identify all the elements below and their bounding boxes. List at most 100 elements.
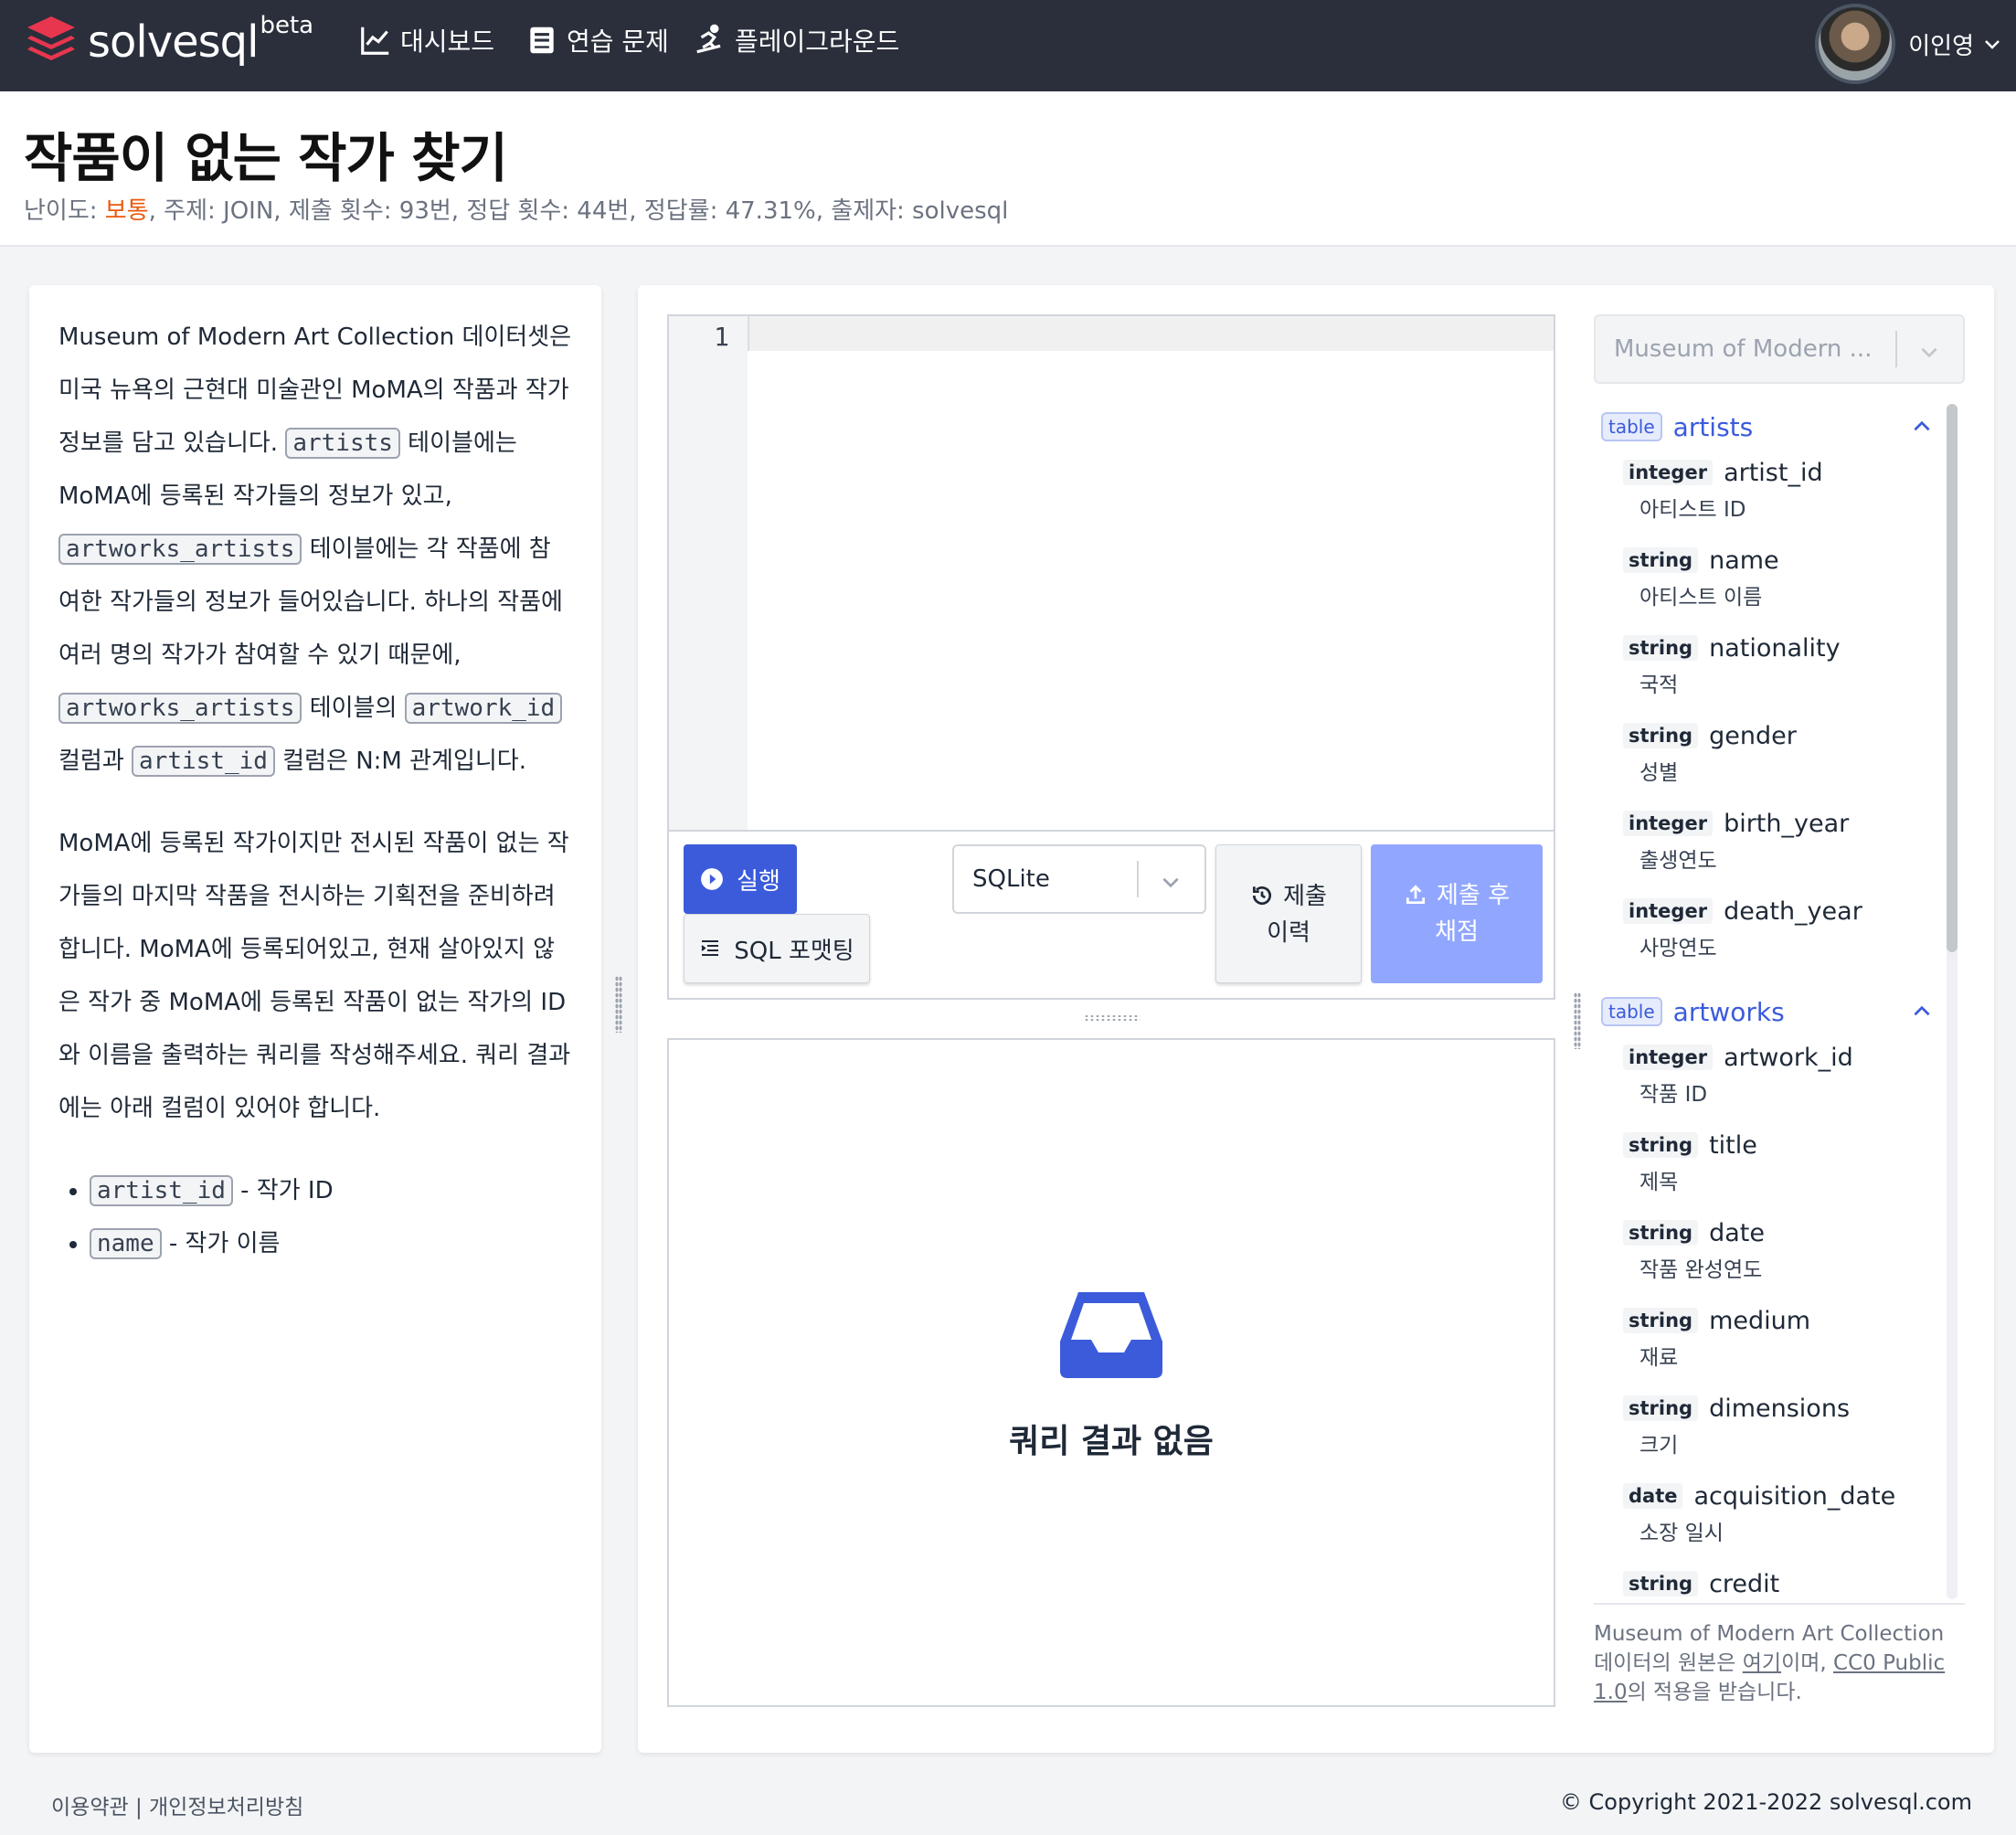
user-menu[interactable]: 이인영 bbox=[1815, 4, 2003, 84]
database-select[interactable]: Museum of Modern ... bbox=[1594, 314, 1965, 384]
line-number: 1 bbox=[714, 322, 729, 352]
license-text: 이며, bbox=[1781, 1651, 1834, 1675]
column-name: title bbox=[1709, 1130, 1757, 1160]
submit-line-1: 제출 후 bbox=[1371, 877, 1543, 914]
history-line-2: 이력 bbox=[1267, 919, 1310, 947]
table-badge: table bbox=[1601, 412, 1662, 441]
table-badge: table bbox=[1601, 997, 1662, 1026]
meta-details: , 주제: JOIN, 제출 횟수: 93번, 정답 횟수: 44번, 정답률:… bbox=[148, 197, 1009, 225]
inline-code: artworks_artists bbox=[58, 534, 302, 565]
problem-header: 작품이 없는 작가 찾기 난이도: 보통, 주제: JOIN, 제출 횟수: 9… bbox=[0, 91, 2016, 247]
license-text: 의 적용을 받습니다. bbox=[1627, 1681, 1802, 1704]
footer-links[interactable]: 이용약관 | 개인정보처리방침 bbox=[51, 1789, 303, 1820]
column-item: integer artist_id 아티스트 ID bbox=[1623, 453, 1956, 541]
editor-resize-handle[interactable] bbox=[1084, 1014, 1141, 1022]
submit-label: 제출 후 bbox=[1436, 882, 1511, 909]
engine-select[interactable]: SQLite bbox=[952, 844, 1206, 914]
table-name: artists bbox=[1672, 411, 1754, 442]
format-sql-button[interactable]: SQL 포맷팅 bbox=[684, 914, 870, 983]
column-item: date acquisition_date 소장 일시 bbox=[1623, 1477, 1956, 1565]
column-item: string dimensions 크기 bbox=[1623, 1389, 1956, 1477]
run-button[interactable]: 실행 bbox=[684, 844, 797, 914]
editor-gutter: 1 bbox=[669, 316, 748, 830]
logo-text: solvesql bbox=[88, 16, 259, 68]
column-desc: 크기 bbox=[1639, 1434, 1679, 1458]
skate-icon bbox=[696, 24, 721, 54]
format-label: SQL 포맷팅 bbox=[734, 937, 854, 965]
type-badge: string bbox=[1623, 1571, 1699, 1596]
type-badge: integer bbox=[1623, 1045, 1714, 1070]
column-name: artwork_id bbox=[1724, 1043, 1853, 1072]
indent-icon bbox=[701, 940, 719, 956]
chevron-down-icon bbox=[1985, 40, 2000, 49]
chevron-up-icon bbox=[1914, 1005, 1930, 1016]
logo[interactable]: solvesql beta bbox=[24, 12, 313, 71]
upload-icon bbox=[1406, 885, 1426, 905]
submit-line-2: 채점 bbox=[1435, 918, 1479, 946]
sql-editor[interactable]: 1 bbox=[667, 314, 1555, 832]
type-badge: integer bbox=[1623, 898, 1714, 924]
panel-resize-handle[interactable] bbox=[615, 976, 622, 1033]
nav-dashboard[interactable]: 대시보드 bbox=[358, 22, 494, 58]
table-header-artists[interactable]: table artists bbox=[1594, 400, 1956, 453]
select-divider bbox=[1895, 331, 1897, 367]
empty-result-text: 쿼리 결과 없음 bbox=[1009, 1423, 1214, 1460]
nav-practice[interactable]: 연습 문제 bbox=[525, 22, 669, 58]
desc-text: 컬럼은 N:M 관계입니다. bbox=[274, 748, 526, 775]
column-desc: 국적 bbox=[1639, 674, 1679, 697]
column-desc: 아티스트 이름 bbox=[1639, 586, 1763, 610]
desc-text: 테이블의 bbox=[302, 695, 405, 722]
type-badge: date bbox=[1623, 1483, 1683, 1509]
column-item: integer death_year 사망연도 bbox=[1623, 892, 1956, 980]
column-desc: 소장 일시 bbox=[1639, 1522, 1724, 1545]
schema-scrollbar[interactable] bbox=[1947, 404, 1958, 1599]
nav-playground[interactable]: 플레이그라운드 bbox=[693, 22, 899, 58]
nav-dashboard-label: 대시보드 bbox=[400, 27, 495, 57]
run-label: 실행 bbox=[737, 867, 780, 896]
submit-button[interactable]: 제출 후 채점 bbox=[1371, 844, 1543, 983]
page-title: 작품이 없는 작가 찾기 bbox=[24, 127, 508, 189]
column-name: death_year bbox=[1724, 896, 1862, 926]
list-item-text: - 작가 ID bbox=[232, 1177, 334, 1204]
column-desc: 성별 bbox=[1639, 761, 1679, 785]
column-desc: 제목 bbox=[1639, 1171, 1679, 1194]
type-badge: string bbox=[1623, 1308, 1699, 1333]
column-item: string medium 재료 bbox=[1623, 1301, 1956, 1389]
column-item: string nationality 국적 bbox=[1623, 629, 1956, 716]
list-item: artist_id - 작가 ID bbox=[90, 1164, 572, 1217]
scrollbar-thumb[interactable] bbox=[1947, 404, 1958, 952]
column-item: string credit bbox=[1623, 1565, 1956, 1599]
type-badge: string bbox=[1623, 1132, 1699, 1158]
nav-practice-label: 연습 문제 bbox=[567, 27, 669, 57]
engine-value: SQLite bbox=[972, 865, 1050, 893]
history-line-1: 제출 bbox=[1216, 878, 1361, 915]
column-desc: 재료 bbox=[1639, 1346, 1679, 1370]
source-link[interactable]: 여기 bbox=[1743, 1651, 1781, 1675]
chevron-down-icon bbox=[1921, 347, 1937, 358]
dataset-license-note: Museum of Modern Art Collection 데이터의 원본은… bbox=[1594, 1603, 1965, 1707]
submission-history-button[interactable]: 제출 이력 bbox=[1215, 844, 1362, 983]
select-divider bbox=[1137, 861, 1139, 897]
column-name: gender bbox=[1709, 721, 1797, 750]
avatar bbox=[1815, 4, 1896, 84]
sidebar-resize-handle[interactable] bbox=[1574, 992, 1581, 1049]
column-item: integer birth_year 출생연도 bbox=[1623, 804, 1956, 892]
query-results: 쿼리 결과 없음 bbox=[667, 1038, 1555, 1707]
column-name: birth_year bbox=[1724, 809, 1850, 838]
chart-line-icon bbox=[361, 27, 389, 55]
desc-text: 컬럼과 bbox=[58, 748, 133, 775]
type-badge: string bbox=[1623, 635, 1699, 661]
database-value: Museum of Modern ... bbox=[1614, 335, 1873, 363]
inline-code: artworks_artists bbox=[58, 693, 302, 724]
list-item: name - 작가 이름 bbox=[90, 1217, 572, 1270]
inbox-icon bbox=[1060, 1292, 1162, 1378]
book-icon bbox=[530, 27, 554, 54]
chevron-down-icon bbox=[1162, 877, 1179, 888]
type-badge: integer bbox=[1623, 811, 1714, 836]
table-header-artworks[interactable]: table artworks bbox=[1594, 985, 1956, 1038]
nav-playground-label: 플레이그라운드 bbox=[735, 27, 900, 57]
schema-browser: table artists integer artist_id 아티스트 ID st… bbox=[1594, 400, 1956, 1599]
column-name: medium bbox=[1709, 1306, 1811, 1335]
column-name: credit bbox=[1709, 1569, 1780, 1598]
inline-code: artwork_id bbox=[404, 693, 563, 724]
